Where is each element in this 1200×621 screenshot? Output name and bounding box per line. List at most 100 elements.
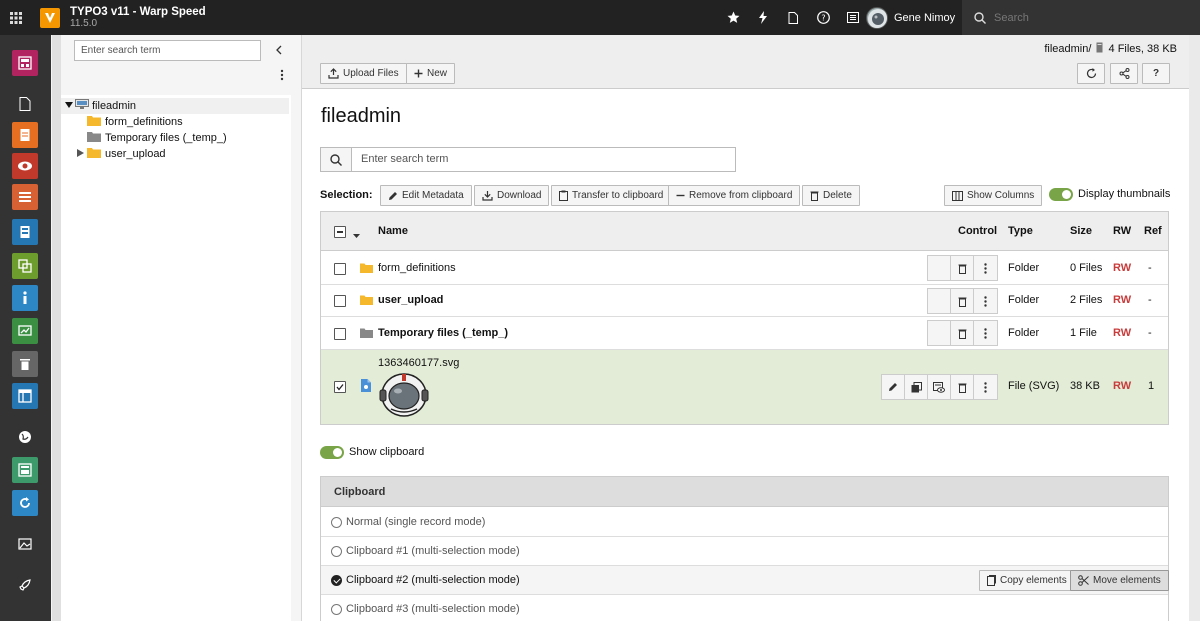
select-all-checkbox[interactable] [334,226,346,238]
module-page[interactable] [12,91,38,117]
clipboard-mode-3[interactable]: Clipboard #3 (multi-selection mode) [321,595,1168,621]
folder-icon [360,263,373,276]
delete-row-button[interactable] [951,289,974,313]
delete-button[interactable]: Delete [802,185,860,206]
help-button[interactable]: ? [1142,63,1170,84]
row-checkbox[interactable] [334,263,346,275]
select-menu-caret-icon[interactable] [353,229,360,241]
tree-scrollbar[interactable] [52,35,61,621]
bolt-icon[interactable] [748,0,778,35]
clipboard-mode-normal[interactable]: Normal (single record mode) [321,508,1168,537]
row-checkbox[interactable] [334,295,346,307]
module-info[interactable] [12,285,38,311]
module-preview[interactable] [12,153,38,179]
more-options-button[interactable] [974,289,997,313]
row-name[interactable]: user_upload [378,294,443,306]
tree-more-icon[interactable] [280,69,284,84]
row-checkbox[interactable] [334,381,346,393]
star-icon[interactable] [718,0,748,35]
more-options-button[interactable] [974,321,997,345]
preview-button[interactable] [928,375,951,399]
module-dashboard[interactable] [12,50,38,76]
delete-row-button[interactable] [951,375,974,399]
radio-button-checked[interactable] [331,574,342,586]
list-icon[interactable] [838,0,868,35]
column-ref[interactable]: Ref [1144,225,1162,237]
clipboard-mode-1[interactable]: Clipboard #1 (multi-selection mode) [321,537,1168,566]
module-reports[interactable] [12,318,38,344]
module-media[interactable] [12,531,38,557]
module-rocket[interactable] [12,572,38,598]
module-list[interactable] [12,184,38,210]
user-menu[interactable]: Gene Nimoy [866,0,955,35]
table-row[interactable]: form_definitions Folder 0 Files RW - [321,252,1168,285]
global-search[interactable]: Search [962,0,1200,35]
copy-button[interactable] [905,375,928,399]
tree-item-temp[interactable]: Temporary files (_temp_) [87,130,227,146]
folder-tree-pane: Enter search term fileadmin form_definit… [51,35,302,621]
thumbnail-image[interactable] [378,371,430,417]
display-thumbnails-toggle[interactable] [1049,188,1073,201]
row-name[interactable]: form_definitions [378,262,456,274]
global-search-input[interactable]: Search [994,12,1029,24]
edit-button[interactable] [882,375,905,399]
more-options-button[interactable] [974,256,997,280]
row-type: Folder [1008,294,1040,306]
help-icon[interactable]: ? [808,0,838,35]
module-sites[interactable] [12,424,38,450]
column-rw[interactable]: RW [1113,225,1131,237]
transfer-to-clipboard-button[interactable]: Transfer to clipboard [551,185,672,206]
column-size[interactable]: Size [1070,225,1092,237]
row-checkbox[interactable] [334,328,346,340]
row-name[interactable]: Temporary files (_temp_) [378,327,508,339]
column-name[interactable]: Name [378,225,408,237]
module-sync[interactable] [12,490,38,516]
move-elements-button[interactable]: Move elements [1070,570,1169,591]
tree-item-form-definitions[interactable]: form_definitions [87,114,183,130]
document-icon [20,129,30,141]
module-template[interactable] [12,383,38,409]
delete-row-button[interactable] [951,321,974,345]
edit-metadata-button[interactable]: Edit Metadata [380,185,472,206]
show-clipboard-toggle[interactable] [320,446,344,459]
delete-row-button[interactable] [951,256,974,280]
file-search-input[interactable]: Enter search term [352,147,736,172]
expand-arrow-icon[interactable] [77,149,87,159]
radio-button[interactable] [331,516,342,528]
file-icon[interactable] [778,0,808,35]
radio-button[interactable] [331,545,342,557]
rocket-icon [19,579,31,591]
refresh-icon [20,497,30,508]
app-grid-icon[interactable] [0,0,32,35]
tree-search-input[interactable]: Enter search term [74,40,261,61]
more-options-button[interactable] [974,375,997,399]
collapse-arrow-icon[interactable] [65,100,73,112]
show-columns-button[interactable]: Show Columns [944,185,1043,206]
download-button[interactable]: Download [474,185,550,206]
remove-from-clipboard-button[interactable]: Remove from clipboard [668,185,801,206]
share-button[interactable] [1110,63,1138,84]
radio-button[interactable] [331,603,342,615]
refresh-button[interactable] [1077,63,1105,84]
table-row[interactable]: 1363460177.svg File (SVG) 38 KB RW 1 [321,350,1168,424]
module-filelist[interactable] [12,457,38,483]
column-type[interactable]: Type [1008,225,1033,237]
table-row[interactable]: user_upload Folder 2 Files RW - [321,285,1168,317]
table-header: Name Control Type Size RW Ref [321,212,1168,251]
table-row[interactable]: Temporary files (_temp_) Folder 1 File R… [321,317,1168,350]
module-workspaces[interactable] [12,253,38,279]
module-view[interactable] [12,122,38,148]
search-icon[interactable] [320,147,352,172]
upload-files-button[interactable]: Upload Files [320,63,407,84]
row-name[interactable]: 1363460177.svg [378,357,459,369]
module-recycler[interactable] [12,351,38,377]
clipboard-mode-2[interactable]: Clipboard #2 (multi-selection mode) Copy… [321,566,1169,595]
typo3-logo-icon[interactable] [40,7,60,28]
new-button[interactable]: New [406,63,456,84]
tree-item-user-upload[interactable]: user_upload [77,146,166,162]
tree-root-fileadmin[interactable]: fileadmin [61,98,289,114]
module-form[interactable] [12,219,38,245]
copy-elements-button[interactable]: Copy elements [979,570,1075,591]
main-scrollbar[interactable] [1189,35,1200,621]
collapse-tree-icon[interactable] [275,43,283,58]
